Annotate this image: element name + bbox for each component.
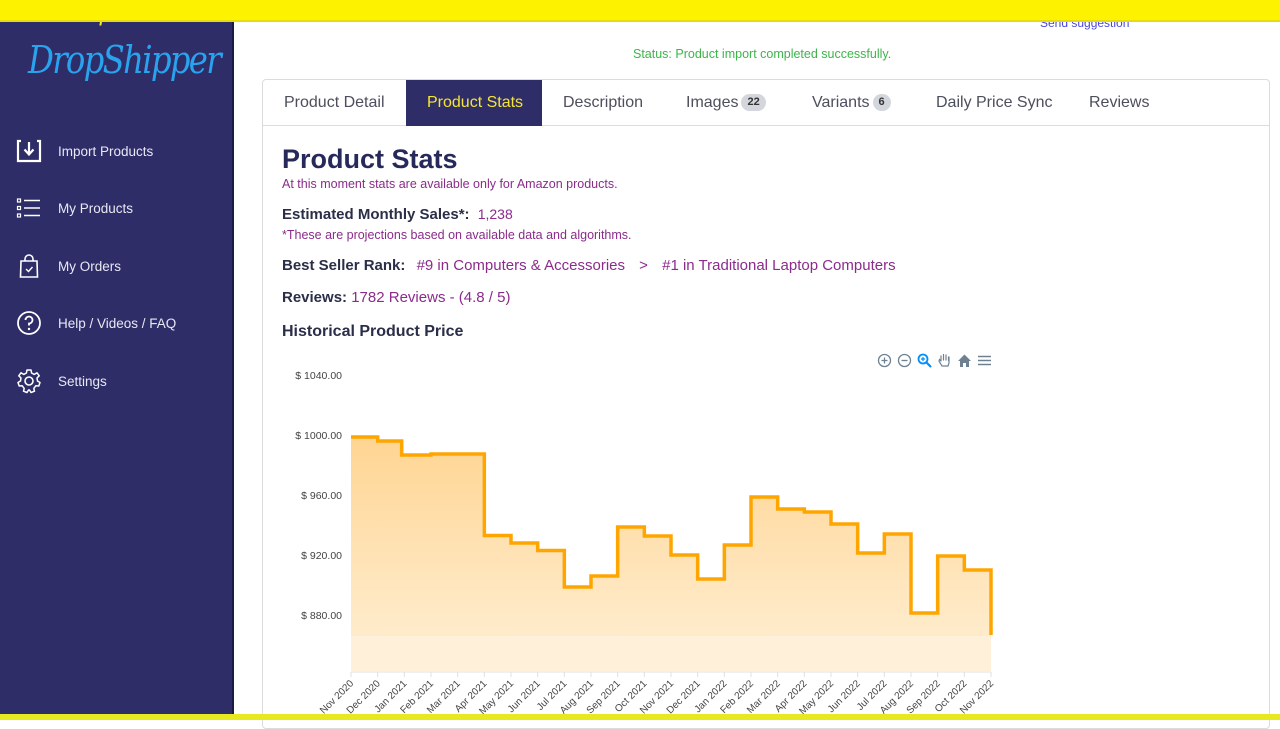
logo[interactable]: DropShipper: [28, 38, 222, 82]
y-tick-label: $ 1000.00: [295, 430, 342, 442]
tab-variants[interactable]: Variants 6: [791, 80, 912, 126]
sidebar-item-my-orders[interactable]: My Orders: [0, 244, 232, 288]
sidebar-item-label: Help / Videos / FAQ: [58, 315, 177, 331]
tab-label: Product Detail: [284, 94, 385, 111]
y-tick-label: $ 1040.00: [295, 370, 342, 382]
rank-label: Best Seller Rank:: [282, 257, 406, 274]
best-seller-rank-row: Best Seller Rank: #9 in Computers & Acce…: [282, 257, 896, 274]
tab-daily-price-sync[interactable]: Daily Price Sync: [915, 80, 1073, 126]
tab-label: Images: [686, 94, 739, 111]
historical-price-chart: $ 880.00 $ 920.00 $ 960.00 $ 1000.00 $ 1040.…: [295, 370, 996, 714]
y-tick-label: $ 960.00: [301, 490, 342, 502]
tab-images[interactable]: Images 22: [665, 80, 787, 126]
historical-price-title: Historical Product Price: [282, 323, 464, 340]
sidebar-item-label: Import Products: [58, 143, 154, 159]
browser-bottom-bar: [0, 714, 1280, 720]
chart-fill-band: [351, 636, 991, 671]
list-icon: [16, 198, 40, 218]
variants-count-badge: 6: [872, 94, 891, 111]
sidebar-item-label: My Products: [58, 200, 134, 216]
page-title: Product Stats: [282, 144, 458, 174]
tab-reviews[interactable]: Reviews: [1068, 80, 1170, 126]
tab-label: Product Stats: [427, 94, 524, 111]
projection-note: *These are projections based on availabl…: [282, 228, 632, 242]
help-icon: [17, 311, 41, 335]
sidebar: AliExpress DropShipper Import Products M…: [0, 0, 234, 720]
status-message: Status: Product import completed success…: [633, 47, 892, 61]
tab-bar: Product Detail Product Stats Description…: [263, 80, 1269, 126]
tab-label: Reviews: [1089, 94, 1150, 111]
import-icon: [16, 139, 42, 163]
rank-separator: >: [639, 257, 648, 274]
y-tick-label: $ 920.00: [301, 550, 342, 562]
sidebar-item-help[interactable]: Help / Videos / FAQ: [0, 301, 232, 345]
availability-note: At this moment stats are available only …: [282, 177, 618, 191]
rank-primary-link[interactable]: #9 in Computers & Accessories: [417, 257, 625, 274]
tab-label: Variants: [812, 94, 870, 111]
monthly-sales-row: Estimated Monthly Sales*: 1,238: [282, 206, 513, 223]
shopping-bag-icon: [19, 254, 39, 278]
sidebar-item-settings[interactable]: Settings: [0, 359, 232, 403]
tab-description[interactable]: Description: [542, 80, 664, 126]
tab-product-stats[interactable]: Product Stats: [406, 80, 542, 126]
reviews-row: Reviews: 1782 Reviews - (4.8 / 5): [282, 289, 510, 306]
gear-icon: [17, 369, 41, 394]
rank-secondary-link[interactable]: #1 in Traditional Laptop Computers: [662, 257, 895, 274]
tab-label: Daily Price Sync: [936, 94, 1053, 111]
sidebar-item-my-products[interactable]: My Products: [0, 186, 232, 230]
tab-product-detail[interactable]: Product Detail: [263, 80, 406, 126]
browser-top-bar: [0, 0, 1280, 22]
reviews-label: Reviews:: [282, 289, 348, 306]
images-count-badge: 22: [741, 94, 766, 111]
y-tick-label: $ 880.00: [301, 610, 342, 622]
monthly-sales-value: 1,238: [477, 206, 513, 222]
sidebar-item-label: Settings: [58, 373, 107, 389]
tab-label: Description: [563, 94, 644, 111]
sidebar-item-import-products[interactable]: Import Products: [0, 129, 232, 173]
monthly-sales-label: Estimated Monthly Sales*:: [282, 206, 470, 223]
sidebar-item-label: My Orders: [58, 258, 122, 274]
reviews-value: 1782 Reviews - (4.8 / 5): [351, 289, 511, 306]
